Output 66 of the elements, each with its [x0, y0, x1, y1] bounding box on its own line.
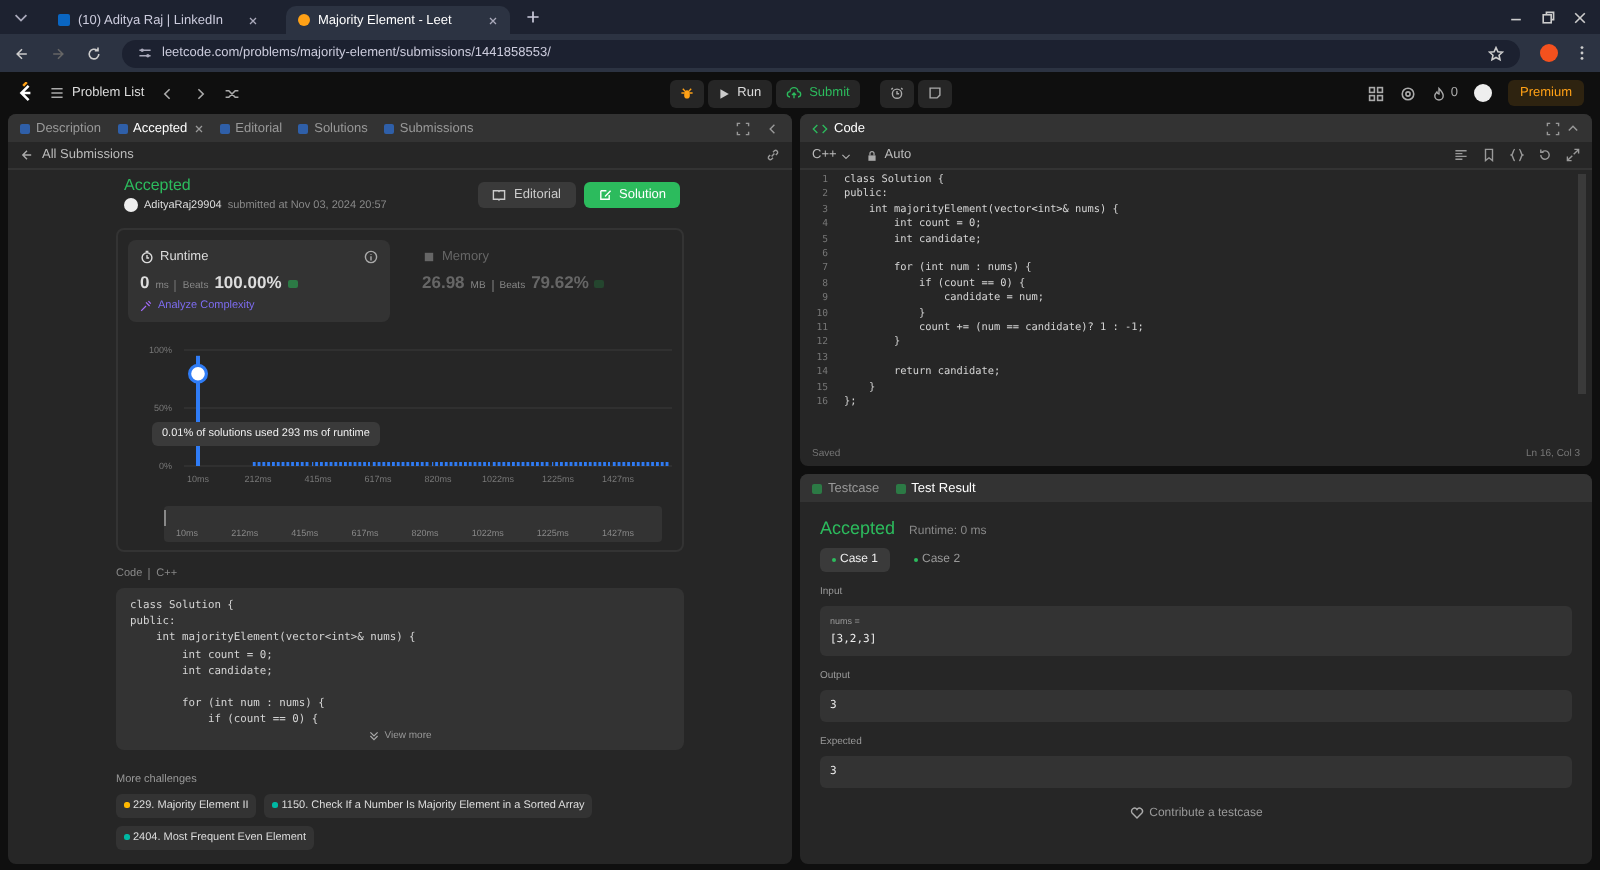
list-icon[interactable]	[50, 86, 64, 100]
beats-percent: 79.62%	[531, 272, 589, 292]
shuffle-icon[interactable]	[224, 85, 241, 101]
wand-icon	[140, 300, 152, 312]
close-icon[interactable]	[193, 123, 204, 133]
collapse-icon[interactable]	[766, 121, 780, 135]
favicon-icon	[298, 14, 310, 26]
tab-icon	[219, 123, 230, 133]
settings-icon[interactable]	[1400, 85, 1417, 101]
braces-icon[interactable]	[1510, 148, 1524, 162]
tab-icon	[895, 483, 906, 493]
result-status: Accepted	[820, 518, 896, 538]
edit-icon	[597, 187, 611, 201]
bug-icon	[679, 86, 694, 100]
new-tab-icon[interactable]	[526, 10, 540, 24]
range-handle[interactable]	[164, 510, 166, 526]
tab-icon	[117, 123, 128, 133]
back-icon[interactable]	[14, 45, 30, 61]
cloud-upload-icon	[785, 86, 802, 100]
logo-icon[interactable]	[16, 82, 34, 104]
book-icon	[492, 187, 507, 201]
beats-percent: 100.00%	[214, 272, 282, 292]
timer-button[interactable]	[879, 79, 914, 107]
more-icon[interactable]	[1578, 44, 1586, 62]
chevron-down-icon[interactable]	[840, 149, 853, 161]
submission-status: Accepted	[124, 176, 193, 194]
tab-icon	[812, 483, 822, 493]
reset-icon[interactable]	[1538, 148, 1552, 162]
tab-icon	[298, 123, 309, 133]
fullscreen-icon[interactable]	[1566, 148, 1580, 162]
double-chevron-icon[interactable]	[368, 729, 381, 742]
heart-icon[interactable]	[1129, 806, 1144, 820]
grid-icon[interactable]	[1368, 85, 1385, 101]
bookmark-icon[interactable]	[1482, 148, 1496, 162]
expand-icon[interactable]	[736, 121, 750, 135]
star-icon[interactable]	[1488, 45, 1504, 61]
tab-icon	[20, 123, 30, 133]
restore-icon[interactable]	[1540, 9, 1556, 25]
debug-button[interactable]	[669, 79, 704, 107]
selection-marker[interactable]	[188, 363, 208, 384]
note-icon	[927, 86, 942, 100]
tab-icon	[383, 123, 394, 133]
avatar-icon[interactable]	[1473, 84, 1492, 102]
next-icon[interactable]	[192, 85, 209, 101]
info-icon[interactable]	[364, 250, 378, 264]
format-icon[interactable]	[1454, 148, 1468, 162]
back-arrow-icon[interactable]	[20, 148, 34, 162]
favicon-icon	[58, 14, 70, 26]
collapse-icon[interactable]	[1566, 121, 1580, 135]
site-settings-icon[interactable]	[138, 46, 152, 60]
reload-icon[interactable]	[86, 45, 102, 61]
flame-icon[interactable]	[1432, 85, 1447, 101]
stat-value: 26.98	[422, 272, 465, 292]
link-icon[interactable]	[766, 148, 780, 162]
close-icon[interactable]	[488, 15, 498, 25]
user-avatar-icon	[124, 198, 138, 212]
notes-button[interactable]	[917, 79, 952, 107]
stat-value: 0	[140, 272, 150, 292]
close-icon[interactable]	[248, 15, 258, 25]
close-icon[interactable]	[1572, 9, 1588, 25]
alarm-clock-icon	[889, 86, 904, 100]
stopwatch-icon	[140, 250, 154, 264]
lock-icon	[866, 149, 879, 161]
play-icon	[717, 87, 730, 99]
expand-icon[interactable]	[1546, 121, 1560, 135]
code-brackets-icon	[812, 121, 828, 135]
